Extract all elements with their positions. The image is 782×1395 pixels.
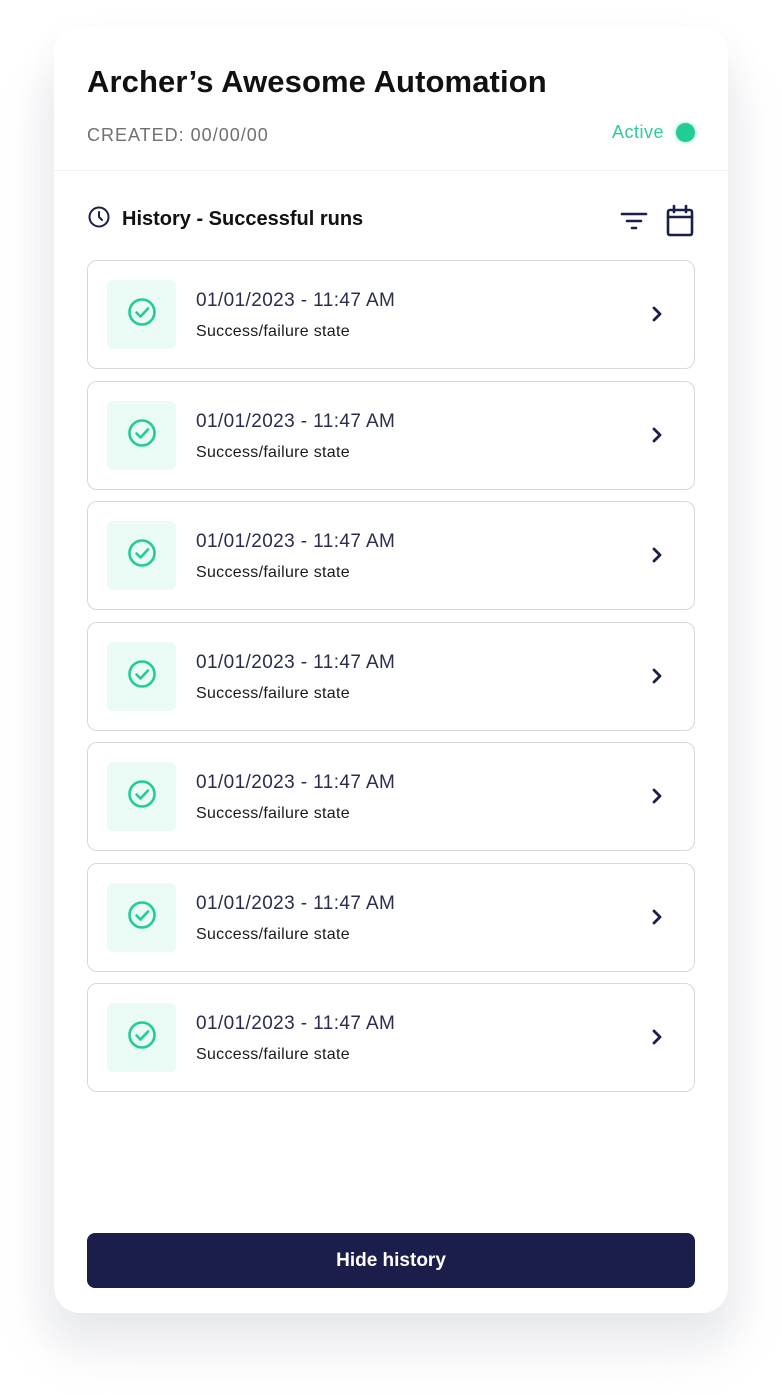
run-status-badge bbox=[107, 280, 176, 349]
check-circle-icon bbox=[126, 1019, 158, 1056]
run-status-badge bbox=[107, 400, 176, 470]
run-state: Success/failure state bbox=[196, 323, 350, 340]
chevron-right-icon bbox=[650, 425, 664, 450]
check-circle-icon bbox=[126, 658, 158, 695]
run-datetime: 01/01/2023 - 11:47 AM bbox=[196, 410, 396, 432]
card-header: Archer’s Awesome Automation CREATED: 00/… bbox=[54, 26, 728, 171]
chevron-right-icon bbox=[650, 666, 664, 691]
chevron-right-icon bbox=[650, 907, 664, 932]
chevron-right-icon bbox=[650, 304, 664, 329]
check-circle-icon bbox=[126, 296, 158, 333]
run-state: Success/failure state bbox=[196, 805, 350, 822]
run-list-item[interactable]: 01/01/2023 - 11:47 AM Success/failure st… bbox=[87, 621, 695, 731]
hide-history-button[interactable]: Hide history bbox=[87, 1233, 695, 1288]
run-datetime: 01/01/2023 - 11:47 AM bbox=[196, 1013, 396, 1034]
automation-title: Archer’s Awesome Automation bbox=[87, 64, 547, 99]
run-datetime: 01/01/2023 - 11:47 AM bbox=[196, 531, 396, 552]
run-datetime: 01/01/2023 - 11:47 AM bbox=[196, 772, 396, 793]
chevron-right-icon bbox=[650, 1027, 664, 1052]
run-status-badge bbox=[107, 762, 176, 831]
run-state: Success/failure state bbox=[196, 1046, 350, 1063]
run-state: Success/failure state bbox=[196, 925, 350, 943]
filter-icon[interactable] bbox=[619, 209, 649, 233]
run-list-item[interactable]: 01/01/2023 - 11:47 AM Success/failure st… bbox=[87, 742, 695, 851]
run-status-badge bbox=[107, 882, 176, 952]
run-status-badge bbox=[107, 1003, 176, 1072]
run-datetime: 01/01/2023 - 11:47 AM bbox=[196, 290, 396, 311]
history-title-group: History - Successful runs bbox=[87, 204, 363, 234]
history-title: History - Successful runs bbox=[122, 207, 364, 230]
history-header: History - Successful runs bbox=[87, 204, 695, 238]
created-date: CREATED: 00/00/00 bbox=[87, 125, 269, 145]
history-actions bbox=[619, 204, 695, 238]
automation-card: Archer’s Awesome Automation CREATED: 00/… bbox=[54, 26, 728, 1313]
status-dot-icon bbox=[676, 123, 695, 142]
clock-icon bbox=[87, 205, 111, 234]
run-list: 01/01/2023 - 11:47 AM Success/failure st… bbox=[87, 260, 695, 1104]
run-list-item[interactable]: 01/01/2023 - 11:47 AM Success/failure st… bbox=[87, 983, 695, 1092]
calendar-icon[interactable] bbox=[665, 204, 695, 238]
run-list-item[interactable]: 01/01/2023 - 11:47 AM Success/failure st… bbox=[87, 260, 695, 369]
run-datetime: 01/01/2023 - 11:47 AM bbox=[196, 892, 396, 914]
check-circle-icon bbox=[126, 778, 158, 815]
run-status-badge bbox=[107, 641, 176, 711]
run-list-item[interactable]: 01/01/2023 - 11:47 AM Success/failure st… bbox=[87, 380, 695, 490]
run-status-badge bbox=[107, 521, 176, 590]
chevron-right-icon bbox=[650, 786, 664, 811]
run-list-item[interactable]: 01/01/2023 - 11:47 AM Success/failure st… bbox=[87, 862, 695, 972]
run-state: Success/failure state bbox=[196, 564, 350, 581]
check-circle-icon bbox=[126, 417, 158, 454]
status-label: Active bbox=[611, 122, 664, 142]
check-circle-icon bbox=[126, 899, 158, 936]
run-list-item[interactable]: 01/01/2023 - 11:47 AM Success/failure st… bbox=[87, 501, 695, 610]
chevron-right-icon bbox=[650, 545, 664, 570]
status-indicator: Active bbox=[612, 122, 695, 143]
run-state: Success/failure state bbox=[196, 443, 350, 461]
run-state: Success/failure state bbox=[196, 684, 350, 702]
run-datetime: 01/01/2023 - 11:47 AM bbox=[196, 651, 396, 673]
check-circle-icon bbox=[126, 537, 158, 574]
